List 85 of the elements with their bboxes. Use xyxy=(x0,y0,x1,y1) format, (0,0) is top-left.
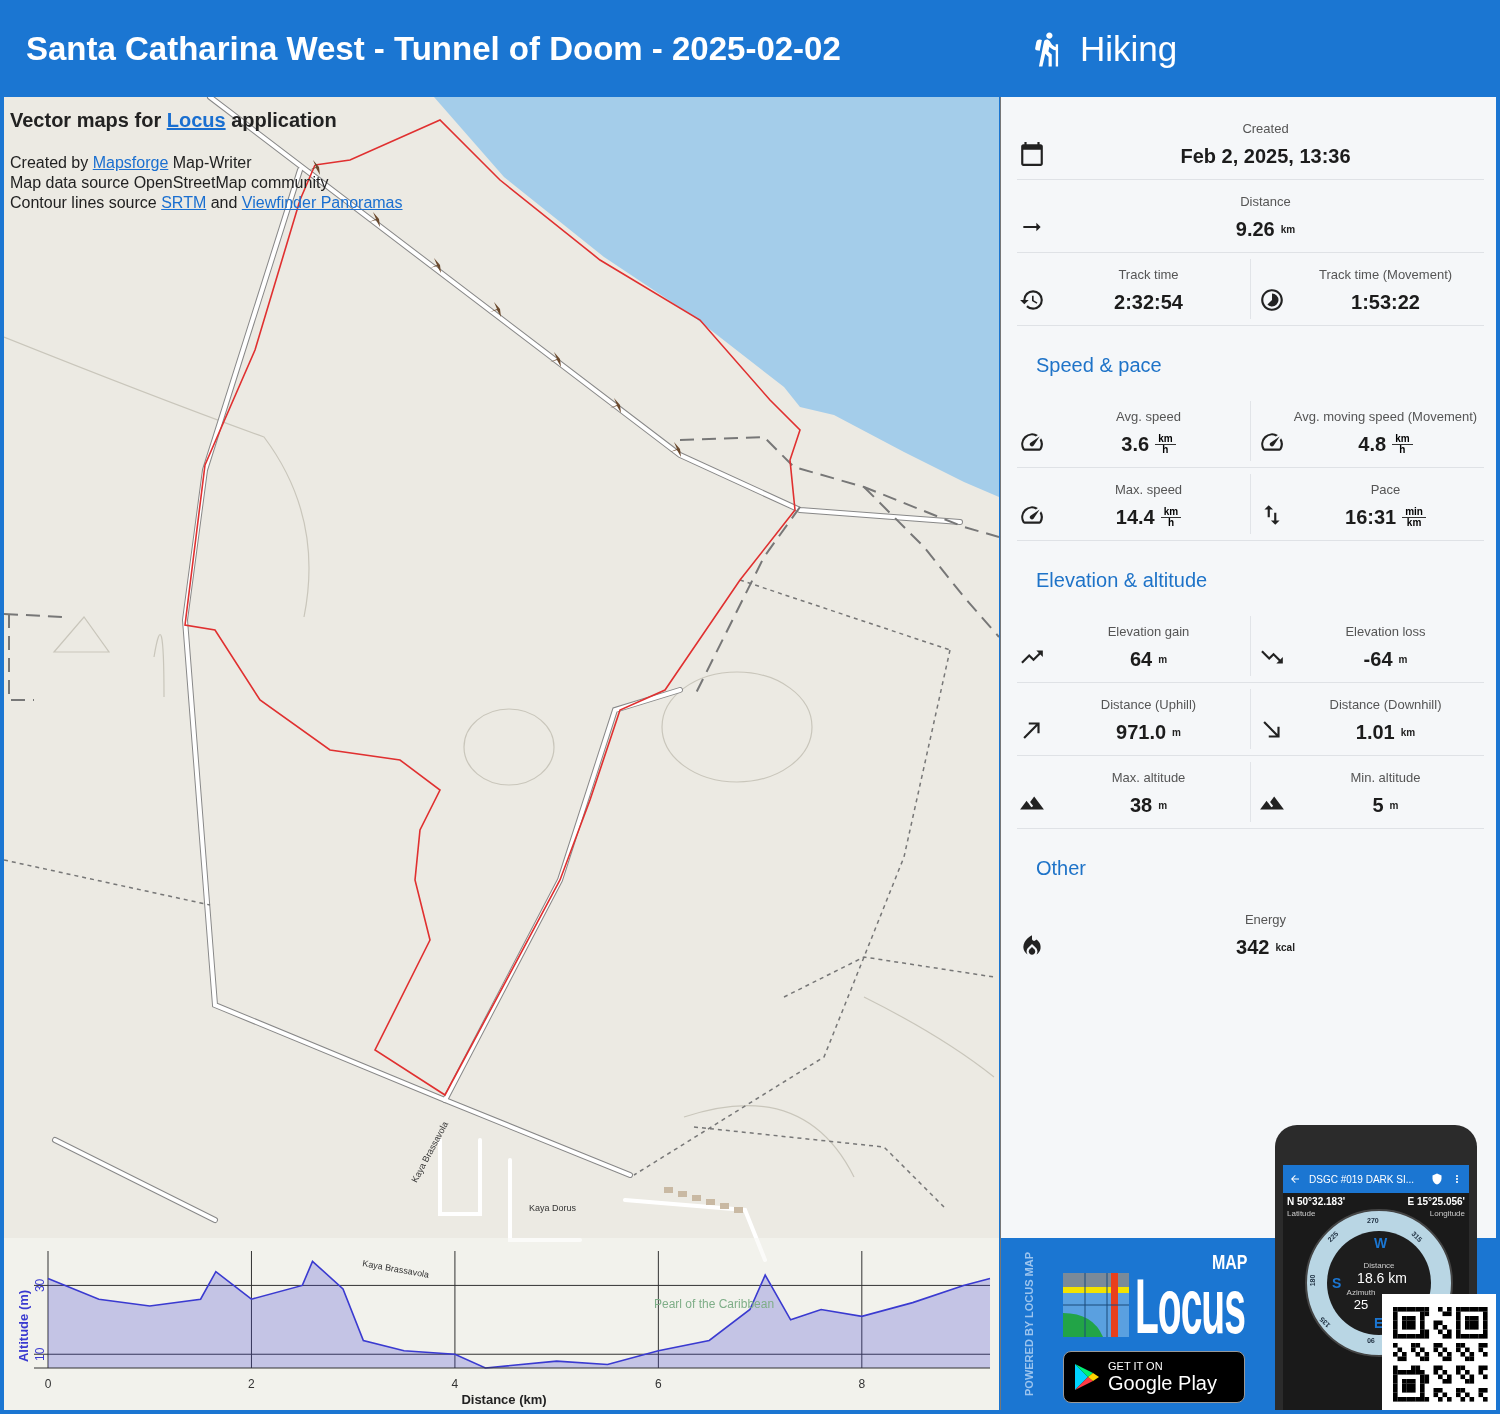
longitude-value: E 15°25.056' xyxy=(1407,1196,1465,1207)
stat-label: Max. altitude xyxy=(1111,769,1186,785)
tick-label: 4 xyxy=(451,1377,459,1391)
section-title: Speed & pace xyxy=(1035,353,1163,378)
store-badge[interactable]: GET IT ON Google Play xyxy=(1063,1351,1245,1404)
stat-value: 342 xyxy=(1236,936,1270,959)
powered-by-label: POWERED BY LOCUS MAP xyxy=(1023,1252,1035,1396)
unit-label: km h xyxy=(1155,433,1176,455)
latitude-value: N 50°32.183' xyxy=(1287,1196,1346,1207)
unit-label: km h xyxy=(1392,433,1413,455)
compass-letter: W xyxy=(1374,1235,1388,1251)
stat-label: Avg. moving speed (Movement) xyxy=(1293,408,1478,424)
stat-value: 3.6 xyxy=(1121,432,1150,456)
compass-letter: S xyxy=(1332,1275,1342,1291)
distance-value: 18.6 km xyxy=(1357,1270,1407,1286)
stat-label: Elevation loss xyxy=(1345,623,1426,639)
unit-label: km h xyxy=(1160,506,1182,528)
street-label: Kaya Dorus xyxy=(529,1203,577,1213)
unit-label: m xyxy=(1389,799,1399,811)
stat-value: -64 xyxy=(1363,647,1393,671)
stat-label: Distance (Downhill) xyxy=(1329,696,1442,712)
stat-label: Min. altitude xyxy=(1350,769,1421,785)
app-bar-title: DSGC #019 DARK SI... xyxy=(1309,1173,1416,1185)
stat-value: 1:53:22 xyxy=(1351,290,1420,314)
stat-value: 64 xyxy=(1129,647,1153,671)
unit-label: m xyxy=(1172,726,1181,738)
track-title: Santa Catharina West - Tunnel of Doom - 2025-02-02 xyxy=(26,29,842,68)
stat-value: 2:32:54 xyxy=(1114,290,1183,314)
stat-value: 38 xyxy=(1129,793,1153,817)
puzzle-map-icon xyxy=(1063,1273,1129,1338)
stat-label: Energy xyxy=(1244,912,1287,927)
azimuth-label: Azimuth xyxy=(1346,1288,1376,1297)
longitude-label: Longitude xyxy=(1429,1209,1465,1218)
map-credit-line: Created by Mapsforge Map-Writer xyxy=(10,154,253,172)
stat-value: Feb 2, 2025, 13:36 xyxy=(1180,144,1351,168)
back-icon xyxy=(1289,1173,1301,1185)
stat-label: Elevation gain xyxy=(1107,623,1190,639)
section-title: Elevation & altitude xyxy=(1035,568,1209,593)
unit-label: km xyxy=(1400,726,1416,738)
axis-title: Distance (km) xyxy=(461,1392,547,1407)
azimuth-value: 25 xyxy=(1353,1297,1369,1312)
stat-label: Max. speed xyxy=(1114,481,1183,497)
calendar-icon xyxy=(1019,141,1045,167)
activity-label: Hiking xyxy=(1080,28,1178,69)
tick-label: 2 xyxy=(248,1377,255,1391)
latitude-label: Latitude xyxy=(1287,1209,1316,1218)
stat-label: Track time (Movement) xyxy=(1318,266,1453,282)
tick-label: 10 xyxy=(33,1347,47,1361)
play-icon xyxy=(1074,1363,1100,1392)
unit-label: m xyxy=(1158,653,1168,665)
link[interactable]: Mapsforge xyxy=(92,154,169,171)
tick-label: 8 xyxy=(858,1377,866,1391)
logo-wordmark: Locus xyxy=(1135,1274,1245,1338)
distance-label: Distance xyxy=(1363,1261,1395,1270)
stat-value: 971.0 xyxy=(1116,720,1167,744)
unit-label: m xyxy=(1158,799,1168,811)
link[interactable]: Locus xyxy=(166,109,226,131)
street-label: Kaya Brassavola xyxy=(361,1258,430,1280)
stat-label: Created xyxy=(1242,120,1289,136)
unit-label: kcal xyxy=(1275,942,1295,953)
stat-label: Pace xyxy=(1370,481,1401,497)
stat-value: 1.01 xyxy=(1355,720,1395,744)
stat-value: 9.26 xyxy=(1235,217,1275,241)
stat-label: Distance (Uphill) xyxy=(1100,696,1197,712)
logo-tag: MAP xyxy=(1211,1250,1247,1274)
link[interactable]: SRTM xyxy=(161,194,207,211)
stat-label: Avg. speed xyxy=(1116,408,1181,424)
tick-label: 30 xyxy=(33,1278,47,1293)
stat-label: Distance xyxy=(1240,193,1291,209)
tick-label: 0 xyxy=(44,1377,52,1391)
stat-label: Track time xyxy=(1118,266,1179,282)
shield-icon xyxy=(1431,1173,1443,1185)
clock-icon xyxy=(1259,287,1285,313)
stat-value: 5 xyxy=(1372,793,1384,817)
stat-value: 4.8 xyxy=(1358,432,1387,456)
clock-icon xyxy=(1019,287,1045,313)
unit-label: min km xyxy=(1402,506,1426,528)
map-credit-title: Vector maps for Locus application xyxy=(10,109,338,132)
unit-label: m xyxy=(1398,653,1408,665)
stat-value: 14.4 xyxy=(1115,505,1155,529)
axis-title: Altitude (m) xyxy=(16,1289,31,1363)
section-title: Other xyxy=(1035,856,1088,881)
tick-label: 6 xyxy=(655,1377,662,1391)
unit-label: km xyxy=(1280,223,1296,235)
stat-value: 16:31 xyxy=(1345,505,1397,529)
